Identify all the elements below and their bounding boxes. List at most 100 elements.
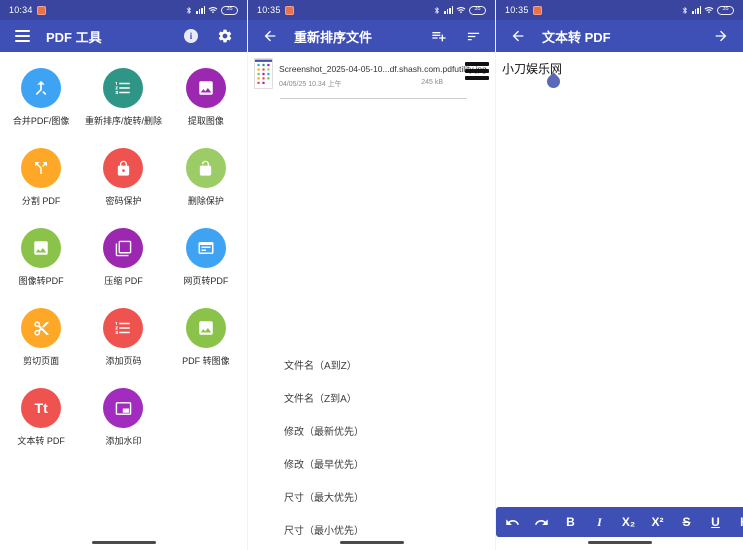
screen-pdf-tools: 10:34 35 PDF 工具 i 合并PDF/图像 重新排序/旋转/删除 提取图像…	[0, 0, 248, 550]
bluetooth-icon	[682, 6, 687, 14]
bluetooth-icon	[186, 6, 191, 14]
watermark-icon	[103, 388, 144, 428]
home-indicator[interactable]	[91, 541, 156, 544]
menu-icon[interactable]	[12, 26, 32, 46]
back-arrow-icon[interactable]	[260, 26, 280, 46]
unlock-icon	[185, 148, 226, 188]
tool-image-to-pdf[interactable]: 图像转PDF	[0, 228, 82, 308]
page-title: 重新排序文件	[294, 29, 373, 45]
bold-icon[interactable]: B	[556, 507, 585, 537]
page-number-icon	[103, 308, 144, 348]
notification-app-icon	[36, 5, 46, 15]
notification-app-icon	[532, 5, 542, 15]
sort-option[interactable]: 尺寸（最小优先）	[284, 522, 364, 537]
file-thumbnail	[254, 58, 273, 89]
tool-label: 网页转PDF	[183, 276, 229, 286]
wifi-icon	[704, 6, 714, 14]
sort-option[interactable]: 尺寸（最大优先）	[284, 489, 364, 504]
back-arrow-icon[interactable]	[508, 26, 528, 46]
signal-icon	[692, 6, 701, 14]
undo-icon[interactable]	[498, 507, 527, 537]
sort-option[interactable]: 修改（最早优先）	[284, 456, 364, 471]
tool-label: 重新排序/旋转/删除	[84, 116, 162, 126]
signal-icon	[444, 6, 453, 14]
tool-numbered-list[interactable]: 重新排序/旋转/删除	[82, 68, 164, 148]
web-icon	[185, 228, 226, 268]
tool-merge[interactable]: 合并PDF/图像	[0, 68, 82, 148]
notification-app-icon	[284, 5, 294, 15]
compress-icon	[103, 228, 144, 268]
text-editor-area[interactable]: 小刀娱乐网	[496, 52, 743, 91]
sort-option[interactable]: 文件名（A到Z）	[284, 357, 364, 372]
split-icon	[21, 148, 62, 188]
tool-label: PDF 转图像	[182, 356, 230, 366]
tool-label: 合并PDF/图像	[12, 116, 70, 126]
app-bar: 重新排序文件	[248, 20, 495, 52]
tool-label: 添加水印	[105, 436, 142, 446]
drag-handle-icon[interactable]	[465, 58, 489, 80]
page-title: PDF 工具	[46, 29, 102, 45]
tool-extract-image[interactable]: 提取图像	[165, 68, 247, 148]
divider	[280, 98, 467, 99]
extract-image-icon	[185, 68, 226, 108]
pdf-to-image-icon	[185, 308, 226, 348]
status-bar: 10:35 35	[248, 0, 495, 20]
status-bar: 10:35 35	[496, 0, 743, 20]
strikethrough-icon[interactable]: S	[672, 507, 701, 537]
tool-label: 图像转PDF	[18, 276, 64, 286]
tool-lock[interactable]: 密码保护	[82, 148, 164, 228]
tool-label: 删除保护	[187, 196, 224, 206]
screenshot-collage: 10:34 35 PDF 工具 i 合并PDF/图像 重新排序/旋转/删除 提取图像…	[0, 0, 743, 550]
file-date: 04/05/25 10.34 上午	[279, 81, 342, 88]
formatting-toolbar: BIX₂X²SUH	[496, 507, 743, 537]
gear-icon[interactable]	[215, 26, 235, 46]
status-time: 10:34	[9, 5, 33, 15]
app-bar: PDF 工具 i	[0, 20, 247, 52]
tool-web[interactable]: 网页转PDF	[165, 228, 247, 308]
superscript-icon[interactable]: X²	[643, 507, 672, 537]
italic-icon[interactable]: I	[585, 507, 614, 537]
merge-icon	[21, 68, 62, 108]
tool-unlock[interactable]: 删除保护	[165, 148, 247, 228]
page-title: 文本转 PDF	[542, 29, 611, 45]
tool-pdf-to-image[interactable]: PDF 转图像	[165, 308, 247, 388]
file-name: Screenshot_2025-04-05-10...df.shash.com.…	[279, 64, 487, 74]
home-indicator[interactable]	[339, 541, 404, 544]
tool-label: 文本转 PDF	[17, 436, 65, 446]
image-to-pdf-icon	[21, 228, 62, 268]
forward-arrow-icon[interactable]	[711, 26, 731, 46]
status-bar: 10:34 35	[0, 0, 247, 20]
sort-option[interactable]: 文件名（Z到A）	[284, 390, 364, 405]
tool-label: 压缩 PDF	[104, 276, 143, 286]
info-icon[interactable]: i	[181, 26, 201, 46]
status-time: 10:35	[257, 5, 281, 15]
subscript-icon[interactable]: X₂	[614, 507, 643, 537]
bluetooth-icon	[434, 6, 439, 14]
scissors-icon	[21, 308, 62, 348]
home-indicator[interactable]	[587, 541, 652, 544]
tool-label: 分割 PDF	[21, 196, 61, 206]
underline-icon[interactable]: U	[701, 507, 730, 537]
tool-split[interactable]: 分割 PDF	[0, 148, 82, 228]
add-files-icon[interactable]	[429, 26, 449, 46]
signal-icon	[196, 6, 205, 14]
app-bar: 文本转 PDF	[496, 20, 743, 52]
tool-text[interactable]: Tt 文本转 PDF	[0, 388, 82, 468]
screen-text-to-pdf: 10:35 35 文本转 PDF 小刀娱乐网 BIX₂X²SUH	[496, 0, 743, 550]
heading-icon[interactable]: H	[730, 507, 743, 537]
tool-scissors[interactable]: 剪切页面	[0, 308, 82, 388]
tool-label: 密码保护	[105, 196, 142, 206]
wifi-icon	[208, 6, 218, 14]
tool-compress[interactable]: 压缩 PDF	[82, 228, 164, 308]
sort-option[interactable]: 修改（最新优先）	[284, 423, 364, 438]
battery-icon: 35	[717, 5, 734, 15]
screen-reorder-files: 10:35 35 重新排序文件 Screenshot_2025-04-05-10…	[248, 0, 496, 550]
tools-grid: 合并PDF/图像 重新排序/旋转/删除 提取图像分割 PDF 密码保护 删除保护图像转P…	[0, 52, 247, 468]
sort-icon[interactable]	[463, 26, 483, 46]
tool-watermark[interactable]: 添加水印	[82, 388, 164, 468]
tool-label: 添加页码	[105, 356, 142, 366]
file-row[interactable]: Screenshot_2025-04-05-10...df.shash.com.…	[248, 52, 495, 89]
wifi-icon	[456, 6, 466, 14]
tool-page-number[interactable]: 添加页码	[82, 308, 164, 388]
redo-icon[interactable]	[527, 507, 556, 537]
